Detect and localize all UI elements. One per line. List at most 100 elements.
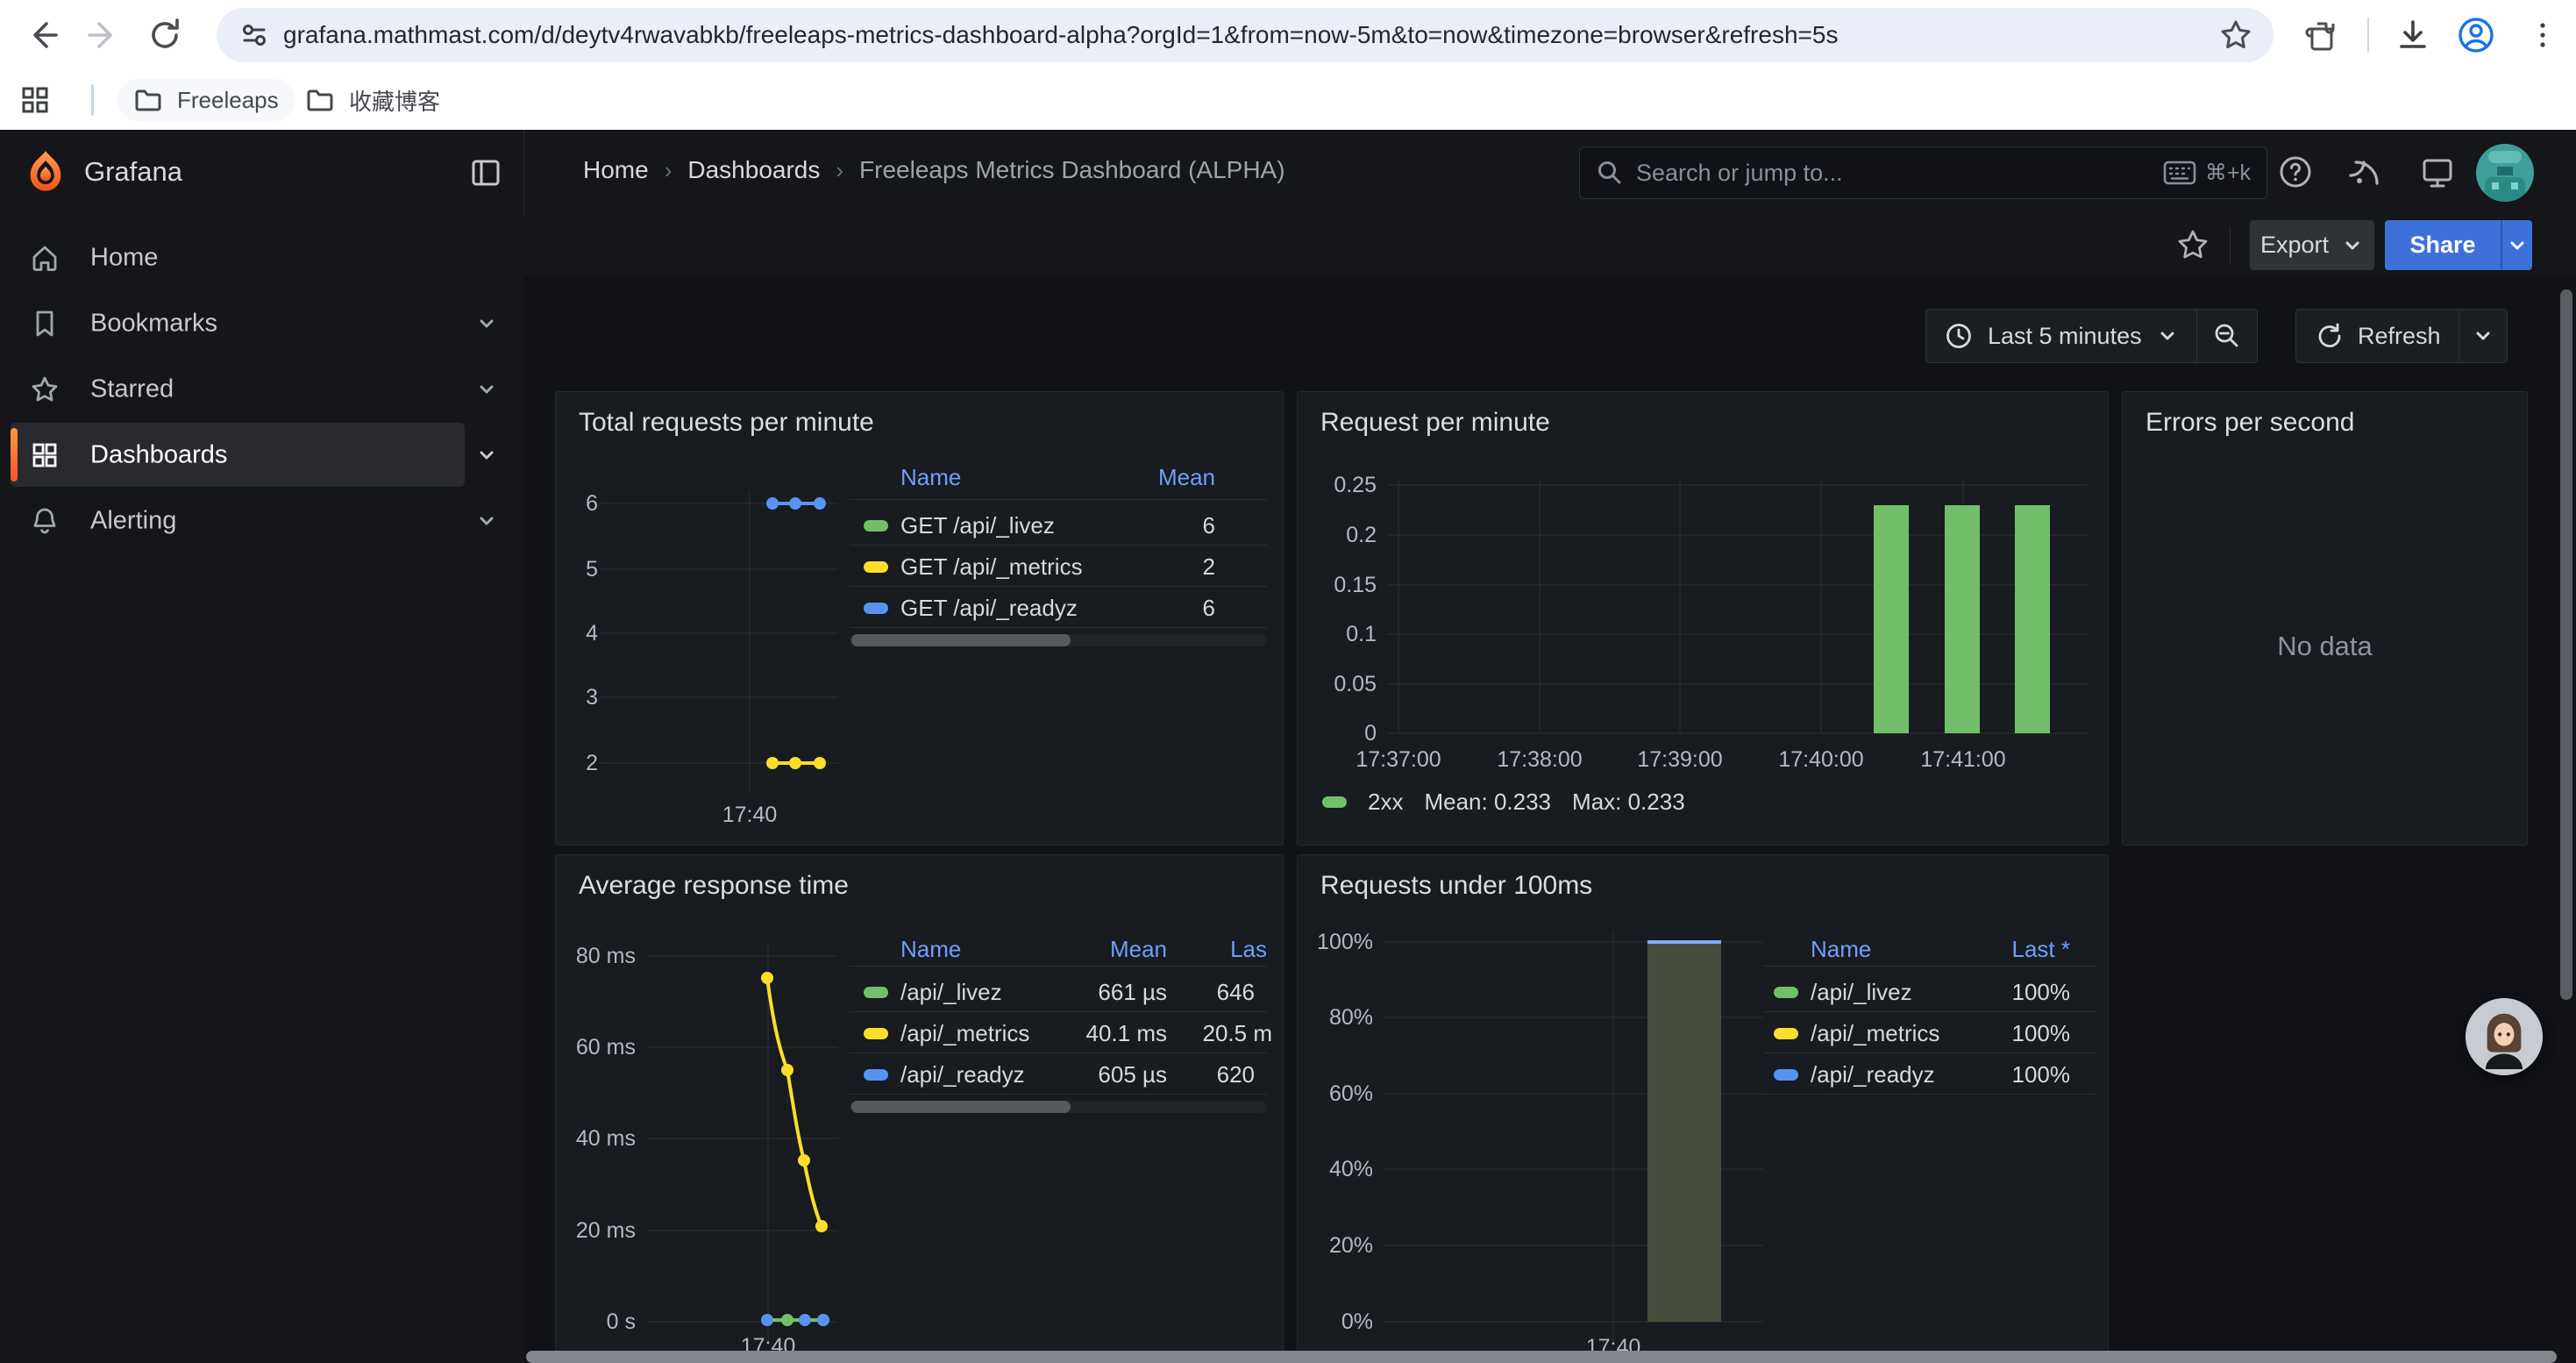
site-settings-icon[interactable] [238, 18, 271, 52]
legend-table: Name Last * /api/_livez 100% /api/_metri… [1763, 855, 2096, 1363]
panel-avg-response-time[interactable]: Average response time 80 ms 60 ms 40 ms [555, 854, 1284, 1363]
series-color-pill[interactable] [864, 520, 888, 532]
sidebar-item-label: Home [90, 243, 158, 272]
sidebar-item-alerting[interactable]: Alerting [0, 489, 523, 553]
bookmark-folder-freeleaps[interactable]: Freeleaps [117, 79, 295, 121]
series-color-pill[interactable] [864, 561, 888, 573]
legend-header-name[interactable]: Name [1811, 936, 1871, 963]
bookmark-folder-blogs[interactable]: 收藏博客 [289, 79, 456, 121]
sidebar-item-bookmarks[interactable]: Bookmarks [0, 291, 523, 355]
y-tick: 60% [1301, 1081, 1373, 1106]
series-color-pill[interactable] [864, 987, 888, 998]
bookmark-label: 收藏博客 [349, 84, 440, 117]
panel-request-per-minute[interactable]: Request per minute 0.25 0.2 0.15 0.1 0.0… [1297, 391, 2109, 846]
profile-icon[interactable] [2453, 12, 2499, 58]
export-button[interactable]: Export [2250, 220, 2374, 270]
y-tick: 40 ms [563, 1126, 636, 1151]
sidebar-item-label: Dashboards [90, 440, 227, 469]
panel-requests-under-100ms[interactable]: Requests under 100ms 100% 80% 60% 40% 20… [1297, 854, 2109, 1363]
nav-divider [523, 130, 524, 215]
kebab-menu-icon[interactable] [2520, 12, 2565, 58]
panel-total-requests[interactable]: Total requests per minute 6 5 4 3 2 17:4… [555, 391, 1284, 846]
favorite-star-icon[interactable] [2174, 225, 2212, 264]
series-color-pill[interactable] [1774, 1069, 1798, 1081]
y-tick: 80% [1301, 1005, 1373, 1030]
y-tick: 3 [563, 685, 598, 710]
zoom-out-button[interactable] [2197, 310, 2257, 362]
series-color-pill[interactable] [864, 603, 888, 614]
breadcrumb-home[interactable]: Home [583, 156, 649, 184]
legend-scrollbar[interactable] [850, 1101, 1267, 1113]
vertical-scrollbar-thumb[interactable] [2560, 289, 2572, 1000]
extensions-icon[interactable] [2299, 12, 2345, 58]
grafana-logo[interactable] [23, 149, 68, 195]
monitor-icon[interactable] [2418, 153, 2457, 192]
home-icon [28, 241, 61, 275]
sidebar-item-dashboards[interactable]: Dashboards [0, 423, 523, 487]
chevron-down-icon[interactable] [473, 508, 500, 534]
y-tick: 6 [563, 491, 598, 516]
dock-sidebar-icon[interactable] [468, 155, 503, 190]
legend-header-name[interactable]: Name [900, 936, 961, 963]
sidebar-selected-highlight [11, 423, 465, 487]
legend-header-mean[interactable]: Mean [1110, 936, 1167, 963]
chevron-down-icon [2156, 325, 2179, 347]
share-menu-button[interactable] [2501, 220, 2532, 270]
breadcrumb: Home › Dashboards › Freeleaps Metrics Da… [583, 156, 1285, 184]
help-icon[interactable] [2276, 153, 2315, 191]
url-bar[interactable]: grafana.mathmast.com/d/deytv4rwavabkb/fr… [217, 8, 2274, 62]
sidebar-item-label: Alerting [90, 506, 176, 535]
sidebar-item-starred[interactable]: Starred [0, 357, 523, 421]
panel-errors-per-second[interactable]: Errors per second No data [2122, 391, 2528, 846]
y-tick: 20% [1301, 1233, 1373, 1258]
floating-avatar[interactable] [2466, 998, 2543, 1075]
sidebar-item-label: Bookmarks [90, 309, 217, 338]
legend-header-name[interactable]: Name [900, 464, 961, 491]
series-color-pill[interactable] [1322, 796, 1347, 808]
y-tick: 0 [1305, 721, 1377, 746]
series-color-pill[interactable] [1774, 1028, 1798, 1039]
x-tick: 17:41:00 [1875, 747, 2051, 772]
series-color-pill[interactable] [864, 1028, 888, 1039]
refresh-interval-button[interactable] [2459, 310, 2507, 362]
chevron-down-icon[interactable] [473, 310, 500, 337]
y-tick: 80 ms [563, 944, 636, 968]
chevron-down-icon [2472, 325, 2494, 347]
y-tick: 2 [563, 751, 598, 775]
zoom-out-icon [2211, 320, 2243, 352]
vertical-scrollbar[interactable] [2557, 277, 2576, 1363]
chevron-down-icon[interactable] [473, 442, 500, 468]
legend-header-last[interactable]: Last * [2012, 936, 2071, 963]
share-button[interactable]: Share [2385, 220, 2501, 270]
refresh-button[interactable]: Refresh [2296, 310, 2459, 362]
back-icon[interactable] [19, 12, 65, 58]
sidebar-item-home[interactable]: Home [0, 225, 523, 289]
time-range-picker[interactable]: Last 5 minutes [1926, 310, 2196, 362]
y-tick: 40% [1301, 1157, 1373, 1181]
legend-scrollbar[interactable] [850, 634, 1267, 646]
keyboard-icon [2163, 160, 2196, 186]
download-icon[interactable] [2390, 12, 2436, 58]
reload-icon[interactable] [142, 12, 188, 58]
folder-icon [305, 85, 335, 115]
horizontal-scrollbar[interactable] [526, 1351, 2557, 1363]
bookmark-star-icon[interactable] [2217, 17, 2254, 54]
forward-icon[interactable] [81, 12, 126, 58]
news-rss-icon[interactable] [2348, 154, 2385, 191]
user-avatar[interactable] [2476, 144, 2534, 202]
chevron-down-icon[interactable] [473, 376, 500, 403]
url-text: grafana.mathmast.com/d/deytv4rwavabkb/fr… [283, 21, 2217, 49]
sidebar-selected-accent [11, 428, 18, 482]
legend[interactable]: 2xx Mean: 0.233 Max: 0.233 [1322, 789, 1685, 816]
screen: grafana.mathmast.com/d/deytv4rwavabkb/fr… [0, 0, 2576, 1363]
legend-max: Max: 0.233 [1572, 789, 1685, 816]
panel-title[interactable]: Errors per second [2145, 408, 2354, 438]
series-color-pill[interactable] [1774, 987, 1798, 998]
search-input[interactable]: Search or jump to... ⌘+k [1579, 146, 2267, 199]
apps-grid-icon[interactable] [14, 79, 56, 121]
legend-header-last[interactable]: Las [1230, 936, 1267, 963]
legend-header-mean[interactable]: Mean [1158, 464, 1215, 491]
y-tick: 100% [1301, 930, 1373, 954]
breadcrumb-dashboards[interactable]: Dashboards [687, 156, 820, 184]
series-color-pill[interactable] [864, 1069, 888, 1081]
